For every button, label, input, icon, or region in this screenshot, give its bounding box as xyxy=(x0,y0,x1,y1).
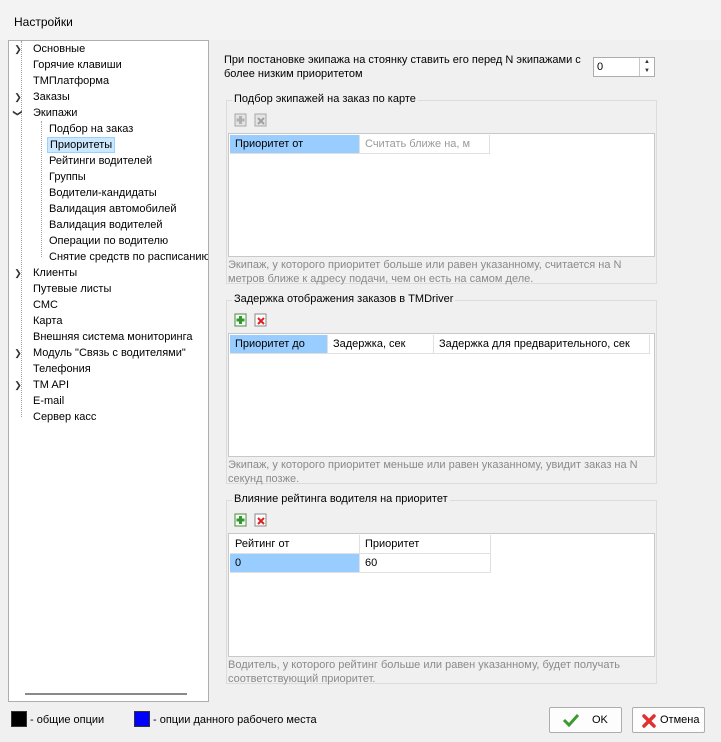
column-header[interactable]: Считать ближе на, м xyxy=(360,135,490,154)
tree-item-driver-operations[interactable]: Операции по водителю xyxy=(47,233,170,249)
tree-item-sms[interactable]: СМС xyxy=(13,297,60,313)
tree-item-email[interactable]: E-mail xyxy=(13,393,66,409)
window-title: Настройки xyxy=(14,15,73,29)
tree-item-driver-ratings[interactable]: Рейтинги водителей xyxy=(47,153,154,169)
tree-item-telephony[interactable]: Телефония xyxy=(13,361,93,377)
tree-item-crews[interactable]: ❯ Экипажи xyxy=(13,105,79,121)
crew-parking-priority-spinner[interactable]: 0 ▲ ▼ xyxy=(593,57,655,77)
general-options-swatch xyxy=(11,711,27,727)
column-header[interactable]: Задержка для предварительного, сек xyxy=(434,335,650,354)
priorities-panel: При постановке экипажа на стоянку ставит… xyxy=(213,40,706,702)
group-note: Экипаж, у которого приоритет меньше или … xyxy=(228,459,638,485)
column-header[interactable]: Приоритет xyxy=(360,535,491,554)
group-note: Экипаж, у которого приоритет больше или … xyxy=(228,259,622,285)
tree-item-car-validation[interactable]: Валидация автомобилей xyxy=(47,201,179,217)
add-row-icon[interactable] xyxy=(233,512,249,528)
tmdriver-delay-group: Задержка отображения заказов в TMDriver … xyxy=(226,293,657,485)
tree-item-external-monitoring[interactable]: Внешняя система мониторинга xyxy=(13,329,194,345)
tree-item-map[interactable]: Карта xyxy=(13,313,64,329)
delay-grid[interactable]: Приоритет до Задержка, сек Задержка для … xyxy=(228,333,655,457)
tree-item-hotkeys[interactable]: Горячие клавиши xyxy=(13,57,124,73)
tree-item-order-matching[interactable]: Подбор на заказ xyxy=(47,121,135,137)
tree-item-orders[interactable]: ❯ Заказы xyxy=(13,89,72,105)
general-options-legend: - общие опции xyxy=(30,714,105,726)
group-title: Задержка отображения заказов в TMDriver xyxy=(232,293,456,305)
tree-item-osnovnye[interactable]: ❯ Основные xyxy=(13,41,87,57)
spinner-value[interactable]: 0 xyxy=(597,61,603,73)
chevron-right-icon[interactable]: ❯ xyxy=(13,377,23,393)
column-header[interactable]: Приоритет до xyxy=(230,335,328,354)
tree-item-driver-link-module[interactable]: ❯ Модуль "Связь с водителями" xyxy=(13,345,188,361)
crew-parking-priority-label: При постановке экипажа на стоянку ставит… xyxy=(224,54,581,80)
tree-item-groups[interactable]: Группы xyxy=(47,169,88,185)
chevron-right-icon[interactable]: ❯ xyxy=(13,265,23,281)
tree-item-clients[interactable]: ❯ Клиенты xyxy=(13,265,79,281)
add-row-icon[interactable] xyxy=(233,312,249,328)
tree-horizontal-scrollbar[interactable] xyxy=(25,693,187,695)
distance-priority-grid[interactable]: Приоритет от Считать ближе на, м xyxy=(228,133,655,257)
chevron-right-icon[interactable]: ❯ xyxy=(13,41,23,57)
tree-item-waybills[interactable]: Путевые листы xyxy=(13,281,113,297)
rating-grid[interactable]: Рейтинг от Приоритет 0 60 xyxy=(228,533,655,657)
map-crew-matching-group: Подбор экипажей на заказ по карте Приори… xyxy=(226,93,657,285)
spin-up-icon[interactable]: ▲ xyxy=(640,58,654,67)
column-header[interactable]: Приоритет от xyxy=(230,135,360,154)
checkmark-icon xyxy=(562,713,580,727)
workplace-options-swatch xyxy=(134,711,150,727)
delete-row-icon[interactable] xyxy=(253,312,269,328)
tree-connector xyxy=(41,121,42,257)
workplace-options-legend: - опции данного рабочего места xyxy=(153,714,317,726)
tree-item-cash-server[interactable]: Сервер касс xyxy=(13,409,98,425)
add-row-icon[interactable] xyxy=(233,112,249,128)
chevron-right-icon[interactable]: ❯ xyxy=(13,89,23,105)
table-cell[interactable]: 0 xyxy=(230,554,360,573)
group-title: Влияние рейтинга водителя на приоритет xyxy=(232,493,450,505)
tree-item-driver-candidates[interactable]: Водители-кандидаты xyxy=(47,185,159,201)
tree-item-tm-api[interactable]: ❯ TM API xyxy=(13,377,71,393)
tree-item-scheduled-charges[interactable]: Снятие средств по расписанию xyxy=(47,249,208,265)
delete-row-icon[interactable] xyxy=(253,112,269,128)
close-icon xyxy=(642,714,656,728)
delete-row-icon[interactable] xyxy=(253,512,269,528)
tree-item-tmplatform[interactable]: ТМПлатформа xyxy=(13,73,111,89)
settings-tree[interactable]: ❯ Основные Горячие клавиши ТМПлатформа ❯… xyxy=(8,40,209,702)
chevron-right-icon[interactable]: ❯ xyxy=(13,345,23,361)
chevron-down-icon[interactable]: ❯ xyxy=(10,108,26,118)
table-cell[interactable]: 60 xyxy=(360,554,491,573)
title-bar: Настройки xyxy=(0,0,721,40)
group-note: Водитель, у которого рейтинг больше или … xyxy=(228,659,621,685)
tree-item-priorities[interactable]: Приоритеты xyxy=(47,137,116,153)
rating-priority-group: Влияние рейтинга водителя на приоритет Р… xyxy=(226,493,657,685)
column-header[interactable]: Рейтинг от xyxy=(230,535,360,554)
ok-button[interactable]: OK xyxy=(549,707,622,733)
cancel-button[interactable]: Отмена xyxy=(632,707,705,733)
tree-item-driver-validation[interactable]: Валидация водителей xyxy=(47,217,165,233)
spin-down-icon[interactable]: ▼ xyxy=(640,67,654,76)
column-header[interactable]: Задержка, сек xyxy=(328,335,434,354)
group-title: Подбор экипажей на заказ по карте xyxy=(232,93,418,105)
